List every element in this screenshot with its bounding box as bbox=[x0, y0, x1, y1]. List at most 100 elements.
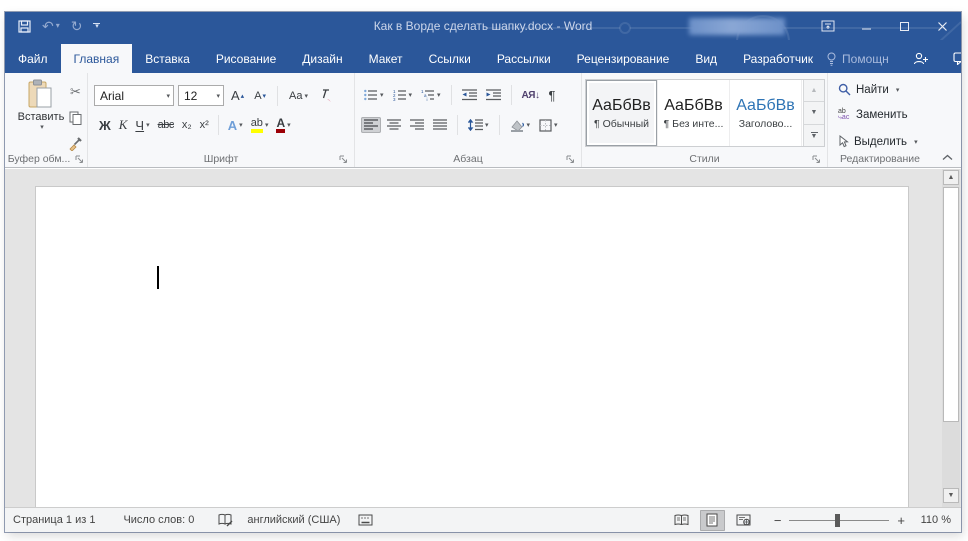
superscript-button[interactable]: x² bbox=[197, 117, 212, 133]
word-count[interactable]: Число слов: 0 bbox=[123, 514, 194, 526]
maximize-button[interactable] bbox=[885, 12, 923, 40]
collapse-ribbon-icon[interactable] bbox=[942, 154, 953, 161]
style-no-spacing[interactable]: АаБбВв ¶ Без инте... bbox=[658, 80, 730, 146]
svg-text:i: i bbox=[427, 97, 428, 101]
shrink-font-button[interactable]: А bbox=[251, 88, 269, 104]
undo-caret-icon[interactable]: ▾ bbox=[56, 22, 60, 30]
undo-icon[interactable]: ↶ ▾ bbox=[42, 19, 60, 33]
page-count[interactable]: Страница 1 из 1 bbox=[13, 514, 95, 526]
tab-design[interactable]: Дизайн bbox=[289, 44, 355, 73]
highlight-color-button[interactable]: ab ▾ bbox=[248, 116, 272, 135]
grow-font-button[interactable]: А bbox=[228, 86, 247, 105]
sort-button[interactable]: АЯ↓ bbox=[519, 88, 543, 103]
paste-button[interactable]: Вставить ▾ bbox=[15, 79, 67, 131]
text-effects-button[interactable]: А ▾ bbox=[225, 116, 246, 135]
font-name-value: Arial bbox=[100, 88, 125, 103]
tab-references[interactable]: Ссылки bbox=[416, 44, 484, 73]
decrease-indent-icon[interactable] bbox=[459, 87, 480, 103]
bold-button[interactable]: Ж bbox=[96, 116, 114, 135]
tab-mailings[interactable]: Рассылки bbox=[484, 44, 564, 73]
line-spacing-button[interactable]: ▾ bbox=[465, 117, 492, 133]
tab-layout[interactable]: Макет bbox=[356, 44, 416, 73]
style-scroll-down-icon[interactable]: ▼ bbox=[804, 102, 824, 125]
style-gallery-more-icon[interactable]: ▼ bbox=[804, 124, 824, 146]
select-arrow-icon bbox=[839, 135, 849, 148]
justify-button[interactable] bbox=[430, 117, 450, 133]
show-marks-button[interactable]: ¶ bbox=[545, 86, 558, 105]
print-layout-icon[interactable] bbox=[699, 509, 725, 531]
format-painter-icon[interactable] bbox=[65, 134, 86, 153]
ribbon-display-options-icon[interactable] bbox=[809, 12, 847, 40]
font-dialog-launcher-icon[interactable] bbox=[339, 155, 348, 164]
zoom-level[interactable]: 110 % bbox=[907, 514, 951, 526]
tab-developer[interactable]: Разработчик bbox=[730, 44, 826, 73]
group-editing: Найти ▾ ab ⤷ac Заменить Выделить ▾ Редакт… bbox=[828, 73, 932, 167]
bullets-button[interactable]: ▾ bbox=[361, 87, 387, 103]
style-heading1[interactable]: АаБбВв Заголово... bbox=[730, 80, 802, 146]
tell-me-assistant[interactable]: Помощн bbox=[826, 52, 889, 66]
clipboard-small-buttons: ✂ bbox=[65, 82, 86, 153]
change-case-button[interactable]: Aa ▾ bbox=[286, 88, 311, 104]
font-size-combo[interactable]: 12 ▾ bbox=[178, 85, 224, 106]
strikethrough-button[interactable]: abc bbox=[155, 117, 177, 133]
tab-draw[interactable]: Рисование bbox=[203, 44, 289, 73]
search-icon bbox=[838, 83, 851, 96]
save-icon[interactable] bbox=[18, 19, 31, 33]
tab-view[interactable]: Вид bbox=[682, 44, 730, 73]
underline-button[interactable]: Ч ▾ bbox=[132, 116, 152, 135]
tabrow-right-icons: Помощн bbox=[826, 44, 961, 73]
increase-indent-icon[interactable] bbox=[483, 87, 504, 103]
cut-icon[interactable]: ✂ bbox=[67, 82, 84, 102]
zoom-in-button[interactable]: + bbox=[895, 513, 907, 528]
borders-button[interactable]: ▾ bbox=[536, 117, 561, 134]
status-bar: Страница 1 из 1 Число слов: 0 английский… bbox=[5, 507, 961, 532]
italic-button[interactable]: К bbox=[116, 115, 131, 135]
close-button[interactable] bbox=[923, 12, 961, 40]
align-left-button[interactable] bbox=[361, 117, 381, 133]
minimize-button[interactable] bbox=[847, 12, 885, 40]
paragraph-dialog-launcher-icon[interactable] bbox=[566, 155, 575, 164]
clipboard-dialog-launcher-icon[interactable] bbox=[75, 155, 84, 164]
paste-dropdown-caret[interactable]: ▾ bbox=[40, 123, 44, 131]
clear-formatting-icon[interactable] bbox=[315, 87, 336, 105]
find-button[interactable]: Найти ▾ bbox=[838, 83, 899, 96]
font-color-button[interactable]: А ▾ bbox=[273, 115, 293, 135]
align-center-button[interactable] bbox=[384, 117, 404, 133]
vertical-scrollbar[interactable]: ▲ ▼ bbox=[942, 169, 960, 507]
language-indicator[interactable]: английский (США) bbox=[247, 514, 340, 526]
replace-button[interactable]: ab ⤷ac Заменить bbox=[838, 108, 908, 121]
zoom-out-button[interactable]: − bbox=[772, 513, 784, 528]
copy-icon[interactable] bbox=[66, 109, 85, 127]
numbering-button[interactable]: 123 ▾ bbox=[390, 87, 416, 103]
tab-home[interactable]: Главная bbox=[60, 44, 133, 73]
style-normal[interactable]: АаБбВв ¶ Обычный bbox=[586, 80, 658, 146]
document-page[interactable] bbox=[35, 186, 909, 507]
scrollbar-thumb[interactable] bbox=[943, 187, 959, 422]
comments-icon[interactable] bbox=[953, 52, 961, 65]
share-icon[interactable] bbox=[913, 52, 929, 65]
zoom-slider-thumb[interactable] bbox=[835, 513, 841, 527]
scroll-down-icon[interactable]: ▼ bbox=[943, 488, 959, 503]
align-right-button[interactable] bbox=[407, 117, 427, 133]
redo-icon[interactable]: ↻ bbox=[71, 19, 83, 33]
scroll-up-icon[interactable]: ▲ bbox=[943, 170, 959, 185]
tab-file[interactable]: Файл bbox=[5, 44, 61, 73]
web-layout-icon[interactable] bbox=[731, 510, 756, 531]
tab-insert[interactable]: Вставка bbox=[132, 44, 203, 73]
zoom-slider[interactable] bbox=[789, 510, 890, 531]
styles-dialog-launcher-icon[interactable] bbox=[812, 155, 821, 164]
shading-button[interactable]: ▾ bbox=[507, 117, 534, 134]
read-mode-icon[interactable] bbox=[669, 510, 694, 531]
font-name-combo[interactable]: Arial ▾ bbox=[94, 85, 174, 106]
tab-review[interactable]: Рецензирование bbox=[564, 44, 683, 73]
text-cursor bbox=[157, 266, 159, 289]
subscript-button[interactable]: x₂ bbox=[179, 117, 195, 133]
select-button[interactable]: Выделить ▾ bbox=[838, 135, 918, 148]
style-scroll-up-icon[interactable]: ▲ bbox=[804, 80, 824, 103]
proofing-icon[interactable] bbox=[218, 513, 233, 527]
document-area[interactable]: ▲ ▼ bbox=[5, 169, 961, 507]
keyboard-layout-icon[interactable] bbox=[358, 514, 373, 526]
clipboard-icon bbox=[28, 79, 52, 108]
customize-qat-icon[interactable]: ▾ bbox=[93, 23, 101, 30]
multilevel-list-button[interactable]: 1аi ▾ bbox=[418, 87, 444, 103]
